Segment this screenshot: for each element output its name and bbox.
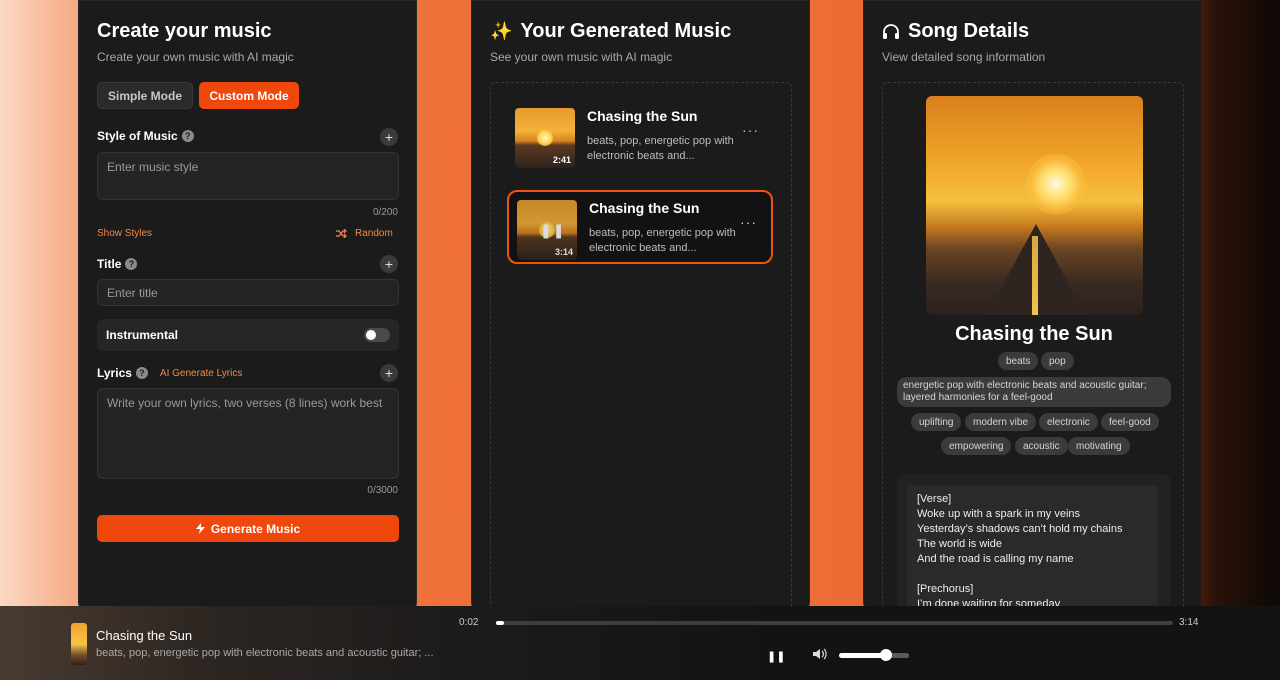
song-thumbnail: ❚❚ 3:14 — [517, 200, 577, 260]
song-detail-card: Chasing the Sun beats pop energetic pop … — [882, 82, 1184, 614]
song-duration: 3:14 — [554, 247, 573, 257]
style-of-music-label: Style of Music ? — [97, 129, 194, 143]
generated-music-panel: ✨ Your Generated Music See your own musi… — [471, 0, 810, 613]
style-char-counter: 0/200 — [372, 207, 398, 218]
song-details-panel: Song Details View detailed song informat… — [863, 0, 1202, 614]
add-title-button[interactable]: + — [380, 255, 398, 273]
album-cover — [926, 96, 1143, 315]
details-panel-title: Song Details — [882, 20, 1029, 43]
random-style-button[interactable]: Random — [336, 228, 393, 239]
lyrics-label-text: Lyrics — [97, 366, 132, 380]
title-label-text: Title — [97, 257, 122, 271]
ai-generate-lyrics-link[interactable]: AI Generate Lyrics — [160, 368, 242, 379]
details-title-text: Song Details — [908, 20, 1030, 42]
add-lyrics-button[interactable]: + — [380, 364, 398, 382]
help-icon[interactable]: ? — [135, 367, 148, 379]
generate-music-label: Generate Music — [210, 521, 301, 536]
tag: empowering — [941, 437, 1012, 455]
tag: feel-good — [1101, 413, 1159, 431]
instrumental-toggle[interactable] — [364, 328, 390, 342]
lyrics-textarea[interactable]: Write your own lyrics, two verses (8 lin… — [97, 388, 399, 479]
create-panel-title: Create your music — [97, 20, 272, 42]
headphones-icon — [883, 24, 899, 39]
volume-icon[interactable] — [813, 648, 827, 660]
generated-panel-title: ✨ Your Generated Music — [490, 20, 731, 43]
generated-title-text: Your Generated Music — [520, 20, 732, 42]
custom-mode-button[interactable]: Custom Mode — [199, 82, 299, 109]
pause-icon[interactable]: ❚❚ — [540, 222, 565, 239]
style-description-tag: energetic pop with electronic beats and … — [897, 377, 1171, 407]
lightning-icon — [195, 523, 205, 534]
audio-player-bar: Chasing the Sun beats, pop, energetic po… — [0, 606, 1280, 680]
add-style-button[interactable]: + — [380, 128, 398, 146]
progress-fill — [496, 621, 505, 625]
help-icon[interactable]: ? — [181, 130, 194, 142]
song-title: Chasing the Sun — [589, 200, 700, 216]
current-time: 0:02 — [459, 617, 479, 628]
player-thumbnail — [71, 623, 87, 665]
lyrics-text: [Verse] Woke up with a spark in my veins… — [907, 485, 1158, 614]
instrumental-row: Instrumental — [97, 319, 399, 351]
tag: acoustic — [1015, 437, 1068, 455]
show-styles-link[interactable]: Show Styles — [97, 228, 152, 239]
more-options-icon[interactable]: ··· — [740, 214, 757, 230]
generated-panel-subtitle: See your own music with AI magic — [490, 50, 673, 64]
sparkles-icon: ✨ — [490, 21, 513, 41]
volume-fill — [839, 653, 886, 658]
music-style-input[interactable]: Enter music style — [97, 152, 399, 200]
tag: electronic — [1039, 413, 1098, 431]
tag: beats — [998, 352, 1039, 370]
song-title: Chasing the Sun — [587, 108, 698, 124]
song-card-active[interactable]: ❚❚ 3:14 Chasing the Sun beats, pop, ener… — [507, 190, 773, 264]
tag: uplifting — [911, 413, 962, 431]
more-options-icon[interactable]: ··· — [742, 122, 759, 138]
create-music-panel: Create your music Create your own music … — [78, 0, 417, 612]
progress-bar[interactable] — [496, 621, 1173, 625]
title-label: Title ? — [97, 257, 138, 271]
instrumental-label: Instrumental — [106, 328, 179, 342]
simple-mode-button[interactable]: Simple Mode — [97, 82, 193, 109]
help-icon[interactable]: ? — [125, 258, 138, 270]
random-label: Random — [355, 228, 393, 239]
song-thumbnail: 2:41 — [515, 108, 575, 168]
song-duration: 2:41 — [552, 155, 571, 165]
song-card[interactable]: 2:41 Chasing the Sun beats, pop, energet… — [507, 100, 773, 174]
details-panel-subtitle: View detailed song information — [882, 50, 1046, 64]
volume-slider[interactable] — [839, 649, 909, 661]
detail-song-title: Chasing the Sun — [955, 323, 1113, 345]
player-song-title: Chasing the Sun — [96, 628, 193, 643]
song-description: beats, pop, energetic pop with electroni… — [587, 135, 734, 162]
tag: motivating — [1068, 437, 1130, 455]
generate-music-button[interactable]: Generate Music — [97, 515, 399, 542]
pause-icon[interactable]: ❚❚ — [767, 650, 785, 663]
lyrics-label: Lyrics ? AI Generate Lyrics — [97, 366, 242, 380]
create-panel-subtitle: Create your own music with AI magic — [97, 50, 294, 64]
volume-knob[interactable] — [879, 649, 892, 661]
player-song-description: beats, pop, energetic pop with electroni… — [96, 647, 434, 659]
title-input[interactable]: Enter title — [97, 279, 399, 306]
lyrics-char-counter: 0/3000 — [367, 485, 398, 496]
total-time: 3:14 — [1179, 617, 1199, 628]
lyrics-section: [Verse] Woke up with a spark in my veins… — [897, 474, 1171, 614]
song-description: beats, pop, energetic pop with electroni… — [589, 227, 736, 254]
tag: modern vibe — [965, 413, 1037, 431]
style-of-music-text: Style of Music — [97, 129, 178, 143]
song-list: 2:41 Chasing the Sun beats, pop, energet… — [490, 82, 792, 613]
tag: pop — [1041, 352, 1074, 370]
shuffle-icon — [336, 229, 347, 238]
